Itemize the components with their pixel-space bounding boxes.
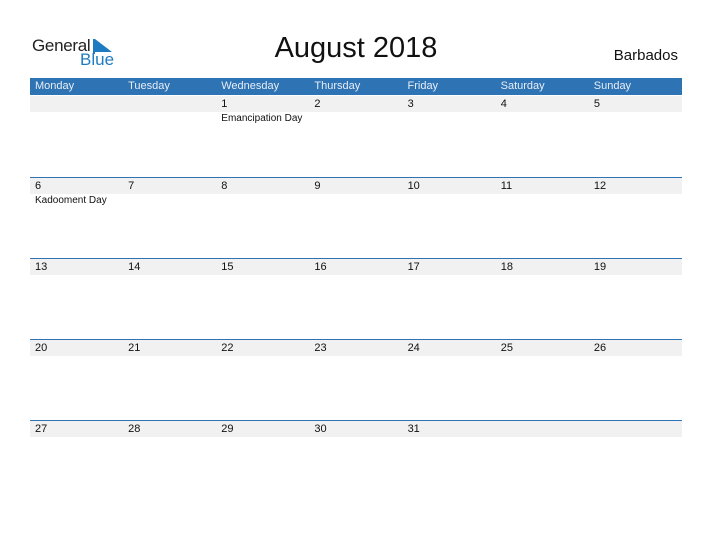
day-number: 17 (407, 261, 420, 273)
day-cell: 10 (403, 178, 496, 258)
day-cell: 24 (403, 340, 496, 420)
day-cell: 28 (123, 421, 216, 501)
day-cell: 14 (123, 259, 216, 339)
week-row: 13 14 15 16 17 18 19 (30, 258, 682, 339)
day-cell (123, 96, 216, 176)
day-number: 23 (314, 342, 327, 354)
day-number: 25 (500, 342, 513, 354)
weekday-header: Monday Tuesday Wednesday Thursday Friday… (30, 78, 682, 95)
day-number: 7 (128, 180, 135, 192)
day-number: 11 (500, 180, 513, 192)
day-number: 2 (314, 98, 321, 110)
day-number: 26 (593, 342, 607, 354)
day-number: 30 (314, 423, 327, 435)
day-cell: 29 (216, 421, 309, 501)
weekday-thursday: Thursday (314, 80, 361, 92)
day-number: 18 (500, 261, 513, 273)
day-number: 14 (128, 261, 141, 273)
day-number: 21 (128, 342, 141, 354)
day-number: 29 (221, 423, 234, 435)
day-cell: 4 (496, 96, 589, 176)
day-number: 20 (35, 342, 48, 354)
day-number: 22 (221, 342, 234, 354)
day-cell: 23 (309, 340, 402, 420)
day-cell: 1 Emancipation Day (216, 96, 309, 176)
week-row: 20 21 22 23 24 25 26 (30, 339, 682, 420)
calendar-title: August 2018 (274, 32, 438, 64)
day-cell: 9 (309, 178, 402, 258)
day-number: 8 (221, 180, 228, 192)
day-cell: 17 (403, 259, 496, 339)
day-cell: 27 (30, 421, 123, 501)
day-cell (496, 421, 589, 501)
day-cell: 11 (496, 178, 589, 258)
day-cell: 5 (589, 96, 682, 176)
day-number: 28 (128, 423, 141, 435)
weekday-friday: Friday (407, 80, 439, 92)
day-cell: 22 (216, 340, 309, 420)
day-cell: 8 (216, 178, 309, 258)
day-number: 1 (221, 98, 228, 110)
day-cell: 19 (589, 259, 682, 339)
day-cell: 31 (403, 421, 496, 501)
day-number: 13 (35, 261, 48, 273)
day-number: 10 (407, 180, 420, 192)
day-cell (30, 96, 123, 176)
day-number: 5 (593, 98, 600, 110)
day-cell (589, 421, 682, 501)
day-number: 24 (407, 342, 420, 354)
week-row: 27 28 29 30 31 (30, 420, 682, 501)
day-cell: 13 (30, 259, 123, 339)
holiday-event: Emancipation Day (221, 113, 303, 124)
day-number: 6 (35, 180, 42, 192)
day-number: 27 (35, 423, 48, 435)
day-cell: 16 (309, 259, 402, 339)
day-number: 31 (407, 423, 420, 435)
day-cell: 6 Kadooment Day (30, 178, 123, 258)
weekday-wednesday: Wednesday (221, 80, 280, 92)
holiday-event: Kadooment Day (35, 195, 107, 206)
day-cell: 30 (309, 421, 402, 501)
week-row: 6 Kadooment Day 7 8 9 10 11 12 (30, 177, 682, 258)
week-row: 1 Emancipation Day 2 3 4 5 (30, 96, 682, 176)
day-number: 15 (221, 261, 234, 273)
day-cell: 20 (30, 340, 123, 420)
day-cell: 18 (496, 259, 589, 339)
day-number: 12 (593, 180, 607, 192)
day-cell: 15 (216, 259, 309, 339)
day-number: 4 (500, 98, 507, 110)
day-cell: 21 (123, 340, 216, 420)
day-cell: 7 (123, 178, 216, 258)
weekday-sunday: Sunday (593, 80, 632, 92)
country-label: Barbados (613, 47, 678, 64)
day-cell: 2 (309, 96, 402, 176)
day-cell: 26 (589, 340, 682, 420)
day-number: 3 (407, 98, 414, 110)
day-number: 9 (314, 180, 321, 192)
weekday-tuesday: Tuesday (128, 80, 170, 92)
weekday-saturday: Saturday (500, 80, 545, 92)
day-cell: 12 (589, 178, 682, 258)
day-cell: 25 (496, 340, 589, 420)
weekday-monday: Monday (35, 80, 75, 92)
day-number: 19 (593, 261, 607, 273)
day-number: 16 (314, 261, 327, 273)
day-cell: 3 (403, 96, 496, 176)
